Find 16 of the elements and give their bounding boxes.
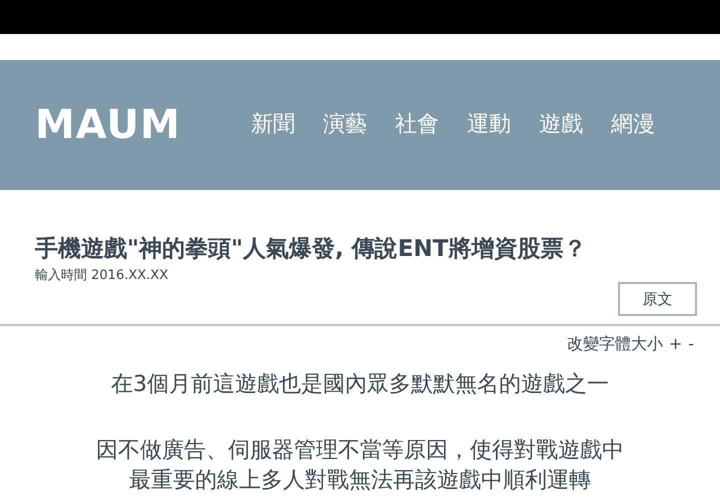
nav-link[interactable]: 社會 xyxy=(394,114,439,136)
article-text-line: 因不做廣告、伺服器管理不當等原因，使得對戰遊戲中 xyxy=(96,437,624,465)
nav-link[interactable]: 演藝 xyxy=(322,114,367,136)
nav-link[interactable]: 運動 xyxy=(466,114,511,136)
article-title: 手機遊戲"神的拳頭"人氣爆發, 傳說ENT將增資股票？ xyxy=(35,235,588,264)
nav-link[interactable]: 新聞 xyxy=(250,114,295,136)
publish-time: 輸入時間 2016.XX.XX xyxy=(35,268,170,284)
increase-font-button[interactable]: + xyxy=(668,332,682,356)
source-button[interactable]: 原文 xyxy=(618,282,697,316)
font-size-label: 改變字體大小 xyxy=(566,333,663,355)
nav-link[interactable]: 網漫 xyxy=(610,114,655,136)
article-text-line: 最重要的線上多人對戰無法再該遊戲中順利運轉 xyxy=(129,467,591,495)
site-logo[interactable]: MAUM xyxy=(35,105,181,145)
nav-link[interactable]: 遊戲 xyxy=(538,114,583,136)
decrease-font-button[interactable]: - xyxy=(688,332,694,356)
article-text-line: 在3個月前這遊戲也是國內眾多默默無名的遊戲之一 xyxy=(111,371,609,399)
